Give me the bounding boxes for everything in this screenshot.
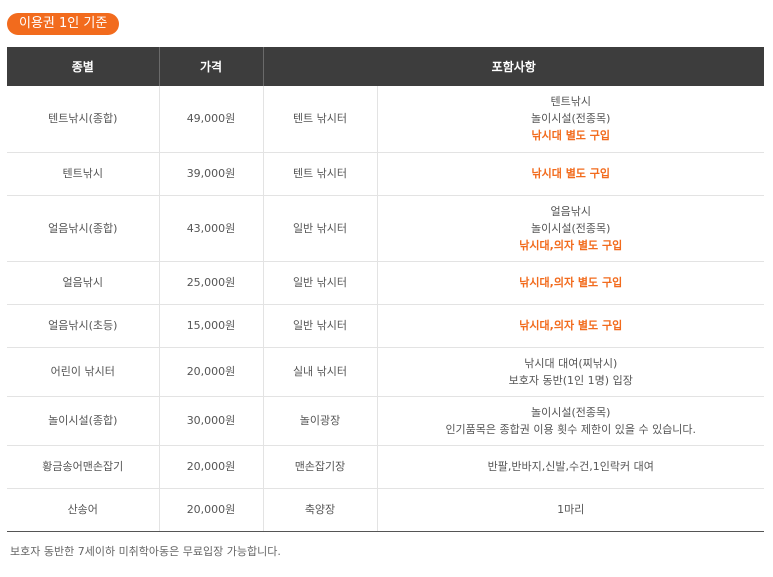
table-row: 텐트낚시 39,000원 텐트 낚시터 낚시대 별도 구입 bbox=[7, 152, 765, 196]
table-row: 얼음낚시(종합) 43,000원 일반 낚시터 얼음낚시놀이시설(전종목) 낚시대,의자… bbox=[7, 195, 765, 262]
table-row: 어린이 낚시터 20,000원 실내 낚시터 낚시대 대여(찌낚시) 보호자 동반(1인… bbox=[7, 347, 765, 397]
row-place: 맨손잡기장 bbox=[262, 445, 377, 489]
row-type: 텐트낚시 bbox=[7, 152, 159, 196]
row-price: 20,000원 bbox=[158, 347, 263, 397]
row-type: 얼음낚시 bbox=[7, 261, 159, 305]
table-row: 놀이시설(종합) 30,000원 놀이광장 놀이시설(전종목) 인기품목은 종합권 이용… bbox=[7, 396, 765, 446]
row-includes: 낚시대 대여(찌낚시) 보호자 동반(1인 1명) 입장 bbox=[376, 347, 765, 397]
row-type: 어린이 낚시터 bbox=[7, 347, 159, 397]
includes-line: 낚시대 대여(찌낚시) bbox=[524, 356, 618, 370]
row-type: 텐트낚시(종합) bbox=[7, 86, 159, 153]
row-includes: 낚시대 별도 구입 bbox=[376, 152, 765, 196]
row-type: 산송어 bbox=[7, 488, 159, 532]
row-includes: 얼음낚시놀이시설(전종목) 낚시대,의자 별도 구입 bbox=[376, 195, 765, 262]
includes-line: 놀이시설(전종목) bbox=[531, 405, 611, 419]
includes-line: 보호자 동반(1인 1명) 입장 bbox=[508, 373, 633, 387]
table-row: 황금송어맨손잡기 20,000원 맨손잡기장 반팔,반바지,신발,수건,1인락커 대여 bbox=[7, 445, 765, 489]
table-row: 산송어 20,000원 축양장 1마리 bbox=[7, 488, 765, 532]
table-row: 텐트낚시(종합) 49,000원 텐트 낚시터 텐트낚시놀이시설(전종목) 낚시대 별도… bbox=[7, 86, 765, 153]
row-type: 얼음낚시(종합) bbox=[7, 195, 159, 262]
row-place: 놀이광장 bbox=[262, 396, 377, 446]
includes-line: 놀이시설(전종목) bbox=[531, 221, 611, 235]
row-place: 일반 낚시터 bbox=[262, 261, 377, 305]
row-price: 30,000원 bbox=[158, 396, 263, 446]
ticket-basis-badge: 이용권 1인 기준 bbox=[7, 13, 120, 35]
header-includes: 포함사항 bbox=[262, 47, 765, 86]
row-type: 황금송어맨손잡기 bbox=[7, 445, 159, 489]
includes-line-highlight: 낚시대,의자 별도 구입 bbox=[519, 276, 623, 289]
header-price: 가격 bbox=[158, 47, 263, 86]
includes-line: 텐트낚시 bbox=[550, 95, 591, 109]
row-price: 39,000원 bbox=[158, 152, 263, 196]
row-includes: 1마리 bbox=[376, 488, 765, 532]
row-place: 텐트 낚시터 bbox=[262, 152, 377, 196]
includes-line: 1마리 bbox=[557, 503, 585, 516]
row-price: 49,000원 bbox=[158, 86, 263, 153]
includes-line-highlight: 낚시대,의자 별도 구입 bbox=[519, 238, 623, 252]
table-row: 얼음낚시 25,000원 일반 낚시터 낚시대,의자 별도 구입 bbox=[7, 261, 765, 305]
footnote: 보호자 동반한 7세이하 미취학아동은 무료입장 가능합니다. bbox=[10, 545, 281, 558]
row-price: 20,000원 bbox=[158, 445, 263, 489]
row-place: 축양장 bbox=[262, 488, 377, 532]
row-includes: 낚시대,의자 별도 구입 bbox=[376, 261, 765, 305]
row-place: 일반 낚시터 bbox=[262, 195, 377, 262]
includes-line: 놀이시설(전종목) bbox=[531, 112, 611, 126]
row-price: 15,000원 bbox=[158, 304, 263, 348]
table-header-row: 종별 가격 포함사항 bbox=[7, 47, 765, 86]
row-includes: 낚시대,의자 별도 구입 bbox=[376, 304, 765, 348]
row-place: 일반 낚시터 bbox=[262, 304, 377, 348]
includes-line-highlight: 낚시대,의자 별도 구입 bbox=[519, 319, 623, 332]
includes-line: 얼음낚시 bbox=[550, 204, 591, 218]
row-type: 얼음낚시(초등) bbox=[7, 304, 159, 348]
includes-line-highlight: 낚시대 별도 구입 bbox=[531, 129, 611, 143]
row-price: 43,000원 bbox=[158, 195, 263, 262]
includes-line: 반팔,반바지,신발,수건,1인락커 대여 bbox=[487, 460, 654, 473]
row-place: 실내 낚시터 bbox=[262, 347, 377, 397]
row-type: 놀이시설(종합) bbox=[7, 396, 159, 446]
row-place: 텐트 낚시터 bbox=[262, 86, 377, 153]
row-price: 25,000원 bbox=[158, 261, 263, 305]
row-includes: 반팔,반바지,신발,수건,1인락커 대여 bbox=[376, 445, 765, 489]
header-type: 종별 bbox=[7, 47, 159, 86]
table-row: 얼음낚시(초등) 15,000원 일반 낚시터 낚시대,의자 별도 구입 bbox=[7, 304, 765, 348]
row-price: 20,000원 bbox=[158, 488, 263, 532]
row-includes: 놀이시설(전종목) 인기품목은 종합권 이용 횟수 제한이 있을 수 있습니다. bbox=[376, 396, 765, 446]
includes-line-highlight: 낚시대 별도 구입 bbox=[531, 167, 611, 180]
includes-line: 인기품목은 종합권 이용 횟수 제한이 있을 수 있습니다. bbox=[445, 422, 697, 436]
price-table: 종별 가격 포함사항 텐트낚시(종합) 49,000원 텐트 낚시터 텐트낚시 놀이시설… bbox=[7, 47, 765, 532]
row-includes: 텐트낚시놀이시설(전종목) 낚시대 별도 구입 bbox=[376, 86, 765, 153]
